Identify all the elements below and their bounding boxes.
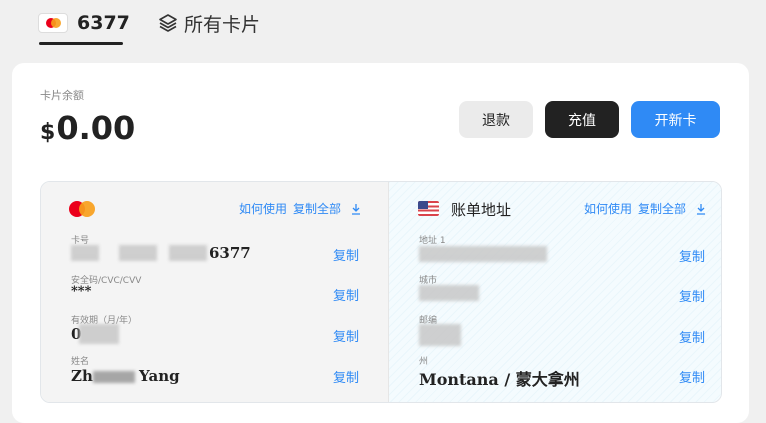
tab-current-card[interactable]: 6377 [38, 8, 130, 38]
tab-card-number: 6377 [77, 12, 130, 34]
card-detail-panel: 卡片余额 $ 0.00 退款 充值 开新卡 如何使用 复制全部 卡号 6377 … [12, 63, 749, 423]
billing-copy-all-link[interactable]: 复制全部 [638, 200, 686, 217]
copy-expiry-button[interactable]: 复制 [333, 326, 359, 345]
name-value-suffix: Yang [139, 367, 180, 385]
address-label: 地址 1 [419, 236, 446, 246]
copy-address-button[interactable]: 复制 [679, 246, 705, 265]
card-tabs: 6377 所有卡片 [0, 0, 766, 48]
masked-city [419, 285, 479, 301]
balance-amount: 0.00 [56, 109, 136, 147]
masked-card-digits [169, 245, 207, 261]
balance-currency: $ [40, 120, 56, 145]
masked-name [93, 371, 135, 383]
card-number-value: 6377 [209, 244, 251, 262]
masked-card-digits [71, 245, 99, 261]
billing-title: 账单地址 [451, 201, 512, 219]
topup-button[interactable]: 充值 [545, 101, 619, 138]
card-copy-all-link[interactable]: 复制全部 [293, 200, 341, 217]
billing-header-links: 如何使用 复制全部 [584, 200, 707, 217]
billing-address-section: 账单地址 如何使用 复制全部 地址 1 复制 城市 复制 邮编 复制 州 Mon… [389, 182, 721, 402]
name-label: 姓名 [71, 357, 90, 367]
copy-city-button[interactable]: 复制 [679, 286, 705, 305]
cvv-value: *** [71, 284, 92, 299]
balance-label: 卡片余额 [40, 89, 84, 102]
billing-how-to-use-link[interactable]: 如何使用 [584, 200, 632, 217]
card-info-panels: 如何使用 复制全部 卡号 6377 复制 安全码/CVC/CVV *** 复制 … [40, 181, 722, 403]
card-info-section: 如何使用 复制全部 卡号 6377 复制 安全码/CVC/CVV *** 复制 … [41, 182, 389, 402]
copy-cvv-button[interactable]: 复制 [333, 285, 359, 304]
masked-zip [419, 324, 461, 346]
refund-button[interactable]: 退款 [459, 101, 533, 138]
copy-zip-button[interactable]: 复制 [679, 327, 705, 346]
new-card-button[interactable]: 开新卡 [631, 101, 720, 138]
download-icon[interactable] [695, 203, 707, 215]
layers-icon [159, 14, 177, 32]
mastercard-icon [38, 13, 68, 33]
tab-all-cards[interactable]: 所有卡片 [158, 8, 260, 38]
us-flag-icon [418, 201, 439, 216]
card-how-to-use-link[interactable]: 如何使用 [239, 200, 287, 217]
copy-state-button[interactable]: 复制 [679, 367, 705, 386]
mastercard-logo [69, 201, 97, 219]
state-value: Montana / 蒙大拿州 [419, 370, 580, 389]
balance-value: $ 0.00 [40, 109, 135, 147]
copy-name-button[interactable]: 复制 [333, 367, 359, 386]
active-tab-indicator [39, 42, 123, 45]
download-icon[interactable] [350, 203, 362, 215]
masked-expiry [79, 324, 119, 344]
card-header-links: 如何使用 复制全部 [239, 200, 362, 217]
masked-card-digits [119, 245, 157, 261]
name-value-prefix: Zh [71, 367, 93, 385]
masked-address [419, 246, 547, 262]
tab-all-cards-label: 所有卡片 [184, 13, 261, 36]
copy-card-number-button[interactable]: 复制 [333, 245, 359, 264]
